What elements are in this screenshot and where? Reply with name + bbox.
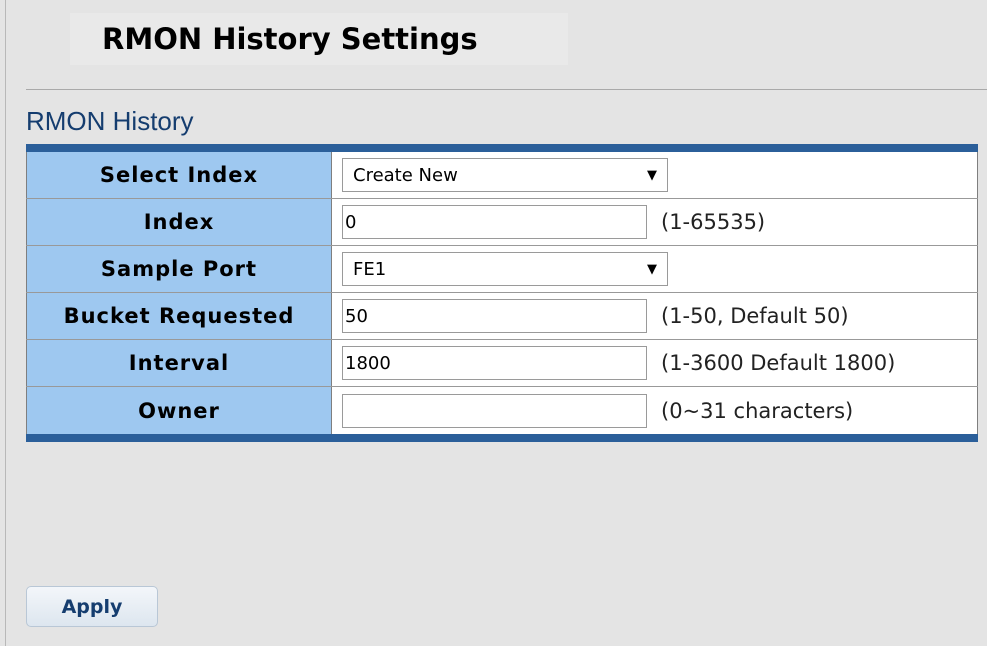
owner-input[interactable] bbox=[342, 393, 647, 428]
sample-port-dropdown[interactable]: FE1 ▼ bbox=[342, 252, 668, 286]
interval-label: Interval bbox=[26, 340, 332, 386]
select-index-label: Select Index bbox=[26, 152, 332, 198]
chevron-down-icon: ▼ bbox=[647, 167, 657, 183]
title-separator bbox=[26, 89, 987, 90]
page-left-border bbox=[5, 0, 6, 646]
sample-port-label: Sample Port bbox=[26, 246, 332, 292]
bucket-requested-label: Bucket Requested bbox=[26, 293, 332, 339]
owner-hint: (0~31 characters) bbox=[661, 398, 854, 423]
rmon-history-table: Select Index Create New ▼ Index (1-65535… bbox=[26, 144, 978, 442]
row-bucket-requested: Bucket Requested (1-50, Default 50) bbox=[26, 293, 978, 340]
index-input[interactable] bbox=[342, 205, 647, 239]
index-label: Index bbox=[26, 199, 332, 245]
row-index: Index (1-65535) bbox=[26, 199, 978, 246]
apply-button[interactable]: Apply bbox=[26, 586, 158, 627]
row-sample-port: Sample Port FE1 ▼ bbox=[26, 246, 978, 293]
index-hint: (1-65535) bbox=[661, 210, 766, 234]
select-index-value: Create New bbox=[353, 164, 458, 186]
chevron-down-icon: ▼ bbox=[647, 261, 657, 277]
bucket-requested-hint: (1-50, Default 50) bbox=[661, 304, 849, 328]
row-interval: Interval (1-3600 Default 1800) bbox=[26, 340, 978, 387]
select-index-dropdown[interactable]: Create New ▼ bbox=[342, 158, 668, 192]
owner-label: Owner bbox=[26, 387, 332, 434]
page-title: RMON History Settings bbox=[70, 13, 568, 65]
section-title: RMON History bbox=[26, 106, 194, 136]
interval-hint: (1-3600 Default 1800) bbox=[661, 351, 896, 375]
bucket-requested-input[interactable] bbox=[342, 299, 647, 333]
row-owner: Owner (0~31 characters) bbox=[26, 387, 978, 434]
row-select-index: Select Index Create New ▼ bbox=[26, 152, 978, 199]
interval-input[interactable] bbox=[342, 346, 647, 380]
sample-port-value: FE1 bbox=[353, 258, 387, 280]
